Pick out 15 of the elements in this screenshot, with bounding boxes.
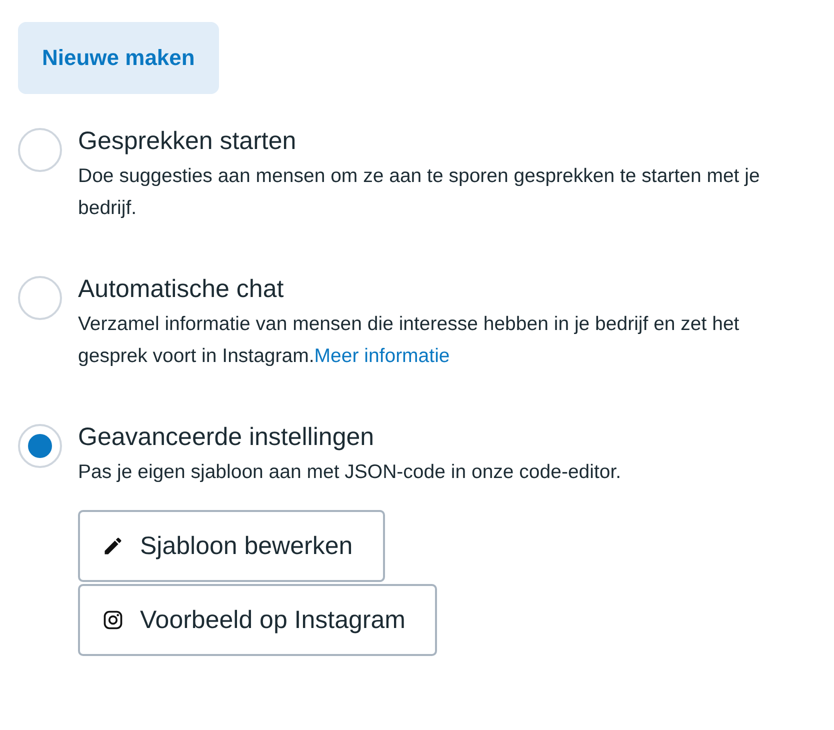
create-button[interactable]: Nieuwe maken <box>18 22 219 94</box>
camera-icon <box>102 609 124 631</box>
option-title: Automatische chat <box>78 274 285 305</box>
option-description: Doe suggesties aan mensen om ze aan te sporen gesprekken te starten met je bedrijf. <box>78 164 761 221</box>
radio-button[interactable] <box>18 424 62 468</box>
radio-button[interactable] <box>18 128 62 172</box>
option-description: Pas je eigen sjabloon aan met JSON-code in onze code-editor. <box>78 460 622 485</box>
option-description: Verzamel informatie van mensen die interesse hebben in je bedrijf en zet het gesprek voort in Instagram.Meer informatie <box>78 312 740 369</box>
preview-button[interactable]: Voorbeeld op Instagram <box>78 584 438 656</box>
edit-template-button[interactable]: Sjabloon bewerken <box>78 510 385 582</box>
option-title: Gesprekken starten <box>78 126 298 157</box>
radio-button[interactable] <box>18 276 62 320</box>
option-title: Geavanceerde instellingen <box>78 422 376 453</box>
more-info-link[interactable]: Meer informatie <box>314 345 450 367</box>
pencil-icon <box>102 535 124 557</box>
